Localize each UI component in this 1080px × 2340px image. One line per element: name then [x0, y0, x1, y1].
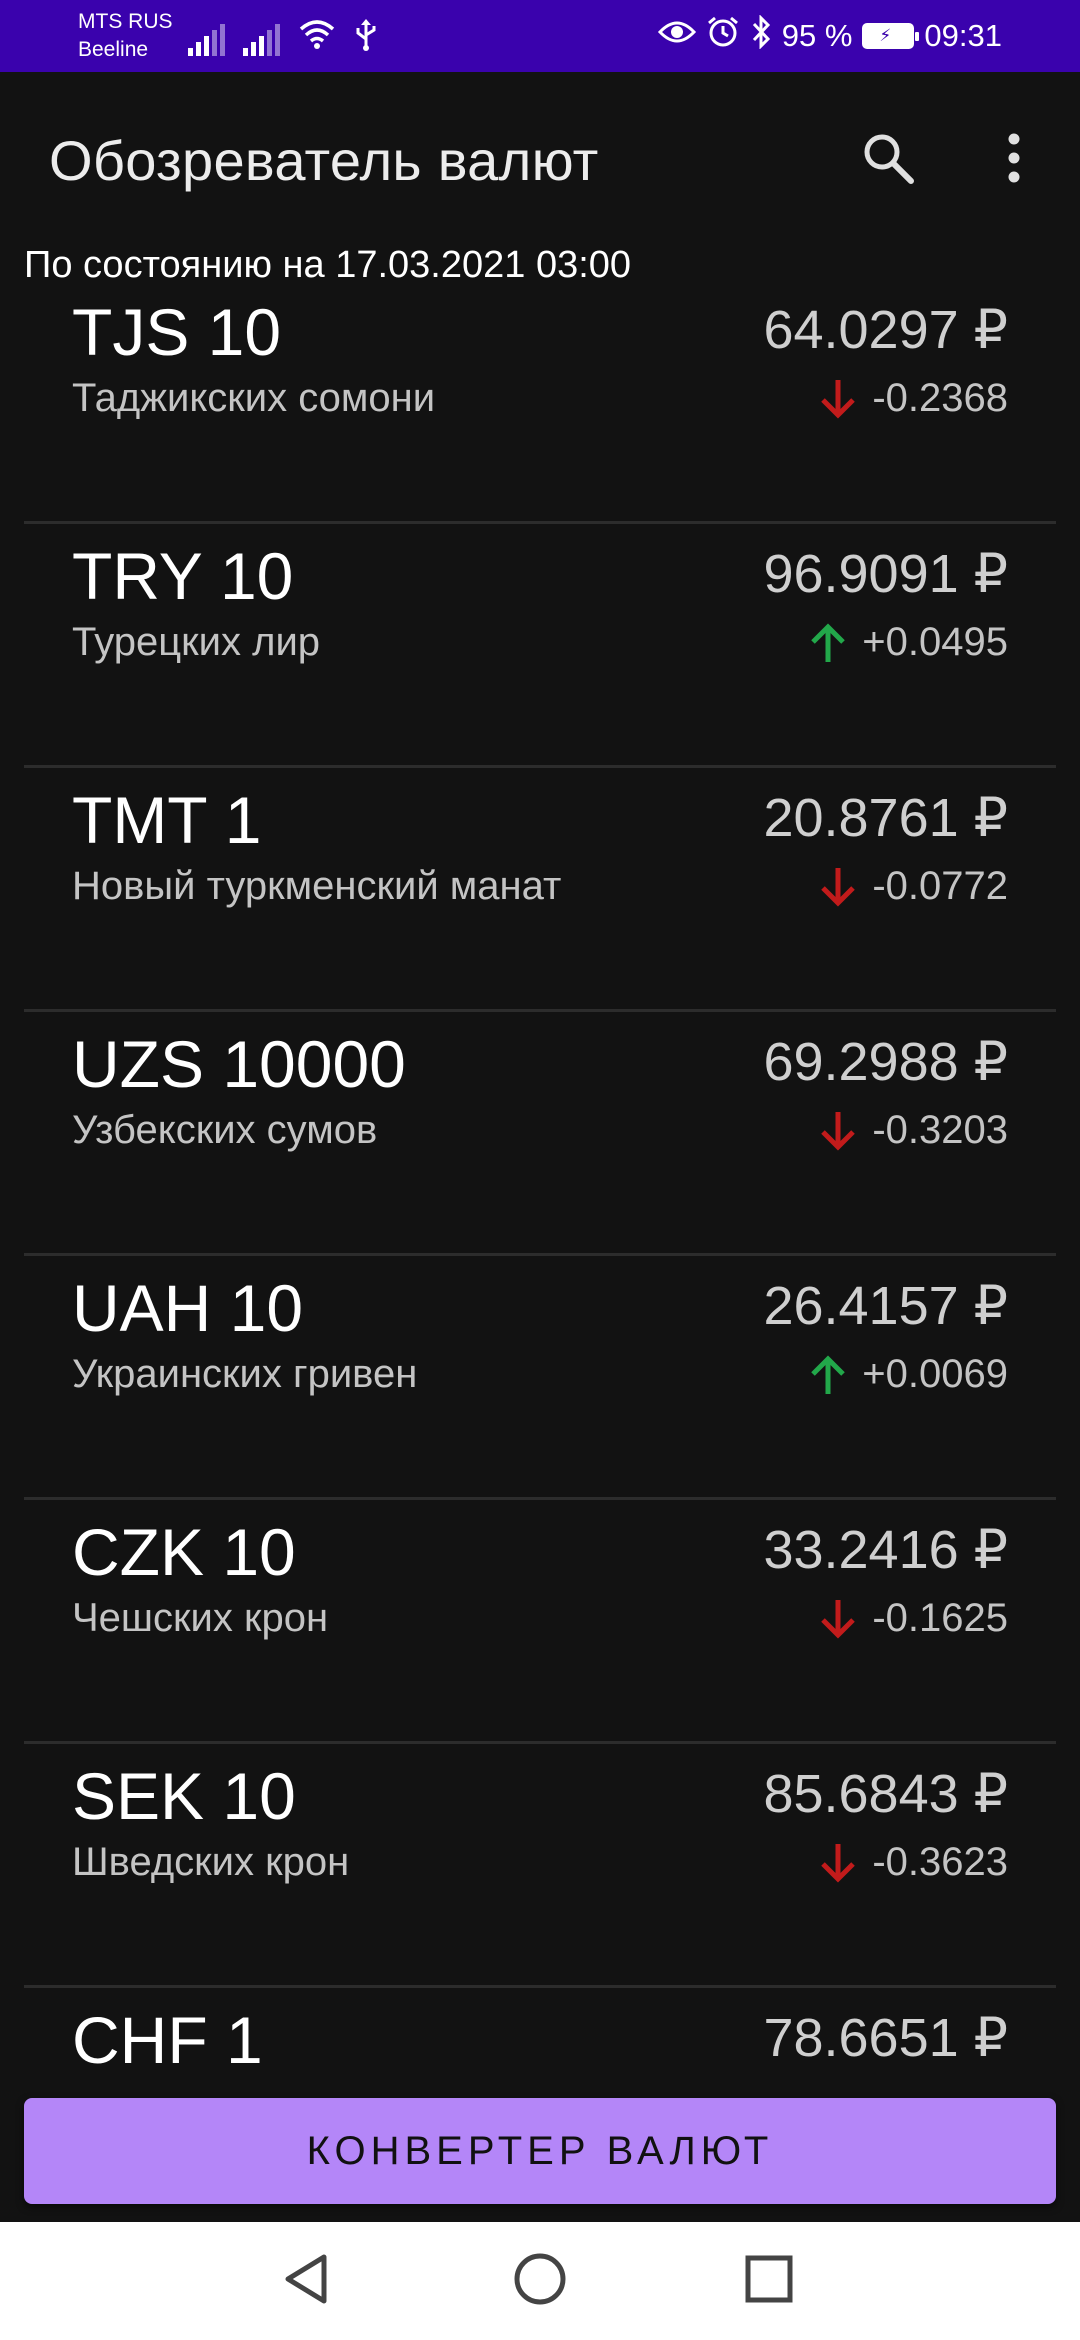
signal-indicators [188, 16, 378, 56]
bluetooth-icon [750, 14, 772, 57]
back-triangle-icon [282, 2252, 332, 2311]
arrow-down-icon [818, 1110, 858, 1152]
currency-row[interactable]: TRY 10 Турецких лир 96.9091 ₽ +0.0495 [24, 524, 1056, 768]
home-circle-icon [513, 2252, 567, 2311]
currency-rate: 26.4157 ₽ [763, 1276, 1008, 1336]
battery-icon: ⚡ [862, 23, 920, 49]
currency-name: Чешских крон [72, 1596, 329, 1640]
currency-name: Таджикских сомони [72, 376, 436, 420]
currency-code: TJS 10 [72, 300, 282, 369]
currency-name: Украинских гривен [72, 1352, 418, 1396]
currency-name: Турецких лир [72, 620, 321, 664]
signal-1-icon [188, 22, 225, 56]
currency-rate: 33.2416 ₽ [763, 1520, 1008, 1580]
page-title: Обозреватель валют [49, 129, 599, 192]
currency-rate: 69.2988 ₽ [763, 1032, 1008, 1092]
clock: 09:31 [924, 18, 1002, 53]
arrow-down-icon [818, 1842, 858, 1884]
currency-name: Шведских крон [72, 1840, 350, 1884]
currency-name: Новый туркменский манат [72, 864, 562, 908]
currency-change-value: -0.3623 [872, 1840, 1008, 1884]
currency-code: UZS 10000 [72, 1027, 406, 1101]
battery-percent: 95 % [781, 18, 853, 53]
nav-back-button[interactable] [272, 2246, 342, 2316]
currency-code: TRY 10 [72, 539, 294, 613]
status-bar: MTS RUS Beeline 95 % ⚡ 09:31 [0, 0, 1080, 72]
overflow-menu-button[interactable] [966, 112, 1062, 208]
currency-code: UAH 10 [72, 1271, 304, 1345]
currency-change-value: -0.0772 [872, 864, 1008, 908]
currency-code: CZK 10 [72, 1515, 296, 1589]
currency-row[interactable]: TMT 1 Новый туркменский манат 20.8761 ₽ … [24, 768, 1056, 1012]
carrier-2: Beeline [78, 38, 149, 61]
app-bar: Обозреватель валют [0, 72, 1080, 240]
wifi-icon [298, 17, 336, 56]
currency-code: SEK 10 [72, 1759, 296, 1833]
search-button[interactable] [840, 112, 936, 208]
currency-converter-button[interactable]: КОНВЕРТЕР ВАЛЮТ [24, 2098, 1056, 2204]
currency-list-content: TJS 10 Таджикских сомони 64.0297 ₽ -0.23… [24, 300, 1056, 2120]
recents-square-icon [744, 2254, 794, 2309]
currency-change-value: -0.3203 [872, 1108, 1008, 1152]
currency-change-value: -0.2368 [872, 376, 1008, 420]
currency-change-value: +0.0069 [862, 1352, 1008, 1396]
currency-change: -0.0772 [818, 864, 1008, 909]
arrow-down-icon [818, 1598, 858, 1640]
nav-recents-button[interactable] [734, 2246, 804, 2316]
currency-list[interactable]: TJS 10 Таджикских сомони 64.0297 ₽ -0.23… [24, 300, 1056, 2120]
nav-home-button[interactable] [505, 2246, 575, 2316]
currency-change: -0.3203 [818, 1108, 1008, 1153]
arrow-down-icon [818, 866, 858, 908]
arrow-down-icon [818, 378, 858, 420]
signal-2-icon [243, 22, 280, 56]
carrier-names: MTS RUS Beeline [78, 8, 173, 64]
currency-rate: 20.8761 ₽ [763, 788, 1008, 848]
rates-date-label: По состоянию на 17.03.2021 03:00 [24, 244, 632, 286]
currency-rate: 85.6843 ₽ [763, 1764, 1008, 1824]
currency-code: TMT 1 [72, 783, 262, 857]
currency-row[interactable]: SEK 10 Шведских крон 85.6843 ₽ -0.3623 [24, 1744, 1056, 1988]
currency-rate: 78.6651 ₽ [763, 2008, 1008, 2068]
currency-change: -0.3623 [818, 1840, 1008, 1885]
currency-rate: 96.9091 ₽ [763, 544, 1008, 604]
carrier-1: MTS RUS [78, 10, 173, 33]
currency-row[interactable]: UAH 10 Украинских гривен 26.4157 ₽ +0.00… [24, 1256, 1056, 1500]
currency-row[interactable]: CZK 10 Чешских крон 33.2416 ₽ -0.1625 [24, 1500, 1056, 1744]
arrow-up-icon [808, 622, 848, 664]
currency-code: CHF 1 [72, 2003, 263, 2077]
currency-change: -0.1625 [818, 1596, 1008, 1641]
currency-change: +0.0495 [808, 620, 1008, 665]
currency-change-value: +0.0495 [862, 620, 1008, 664]
system-nav-bar [0, 2222, 1080, 2340]
currency-row[interactable]: TJS 10 Таджикских сомони 64.0297 ₽ -0.23… [24, 300, 1056, 524]
currency-change: -0.2368 [818, 376, 1008, 421]
currency-row[interactable]: UZS 10000 Узбекских сумов 69.2988 ₽ -0.3… [24, 1012, 1056, 1256]
currency-name: Узбекских сумов [72, 1108, 378, 1152]
currency-change-value: -0.1625 [872, 1596, 1008, 1640]
alarm-icon [706, 15, 740, 57]
search-icon [861, 131, 915, 190]
arrow-up-icon [808, 1354, 848, 1396]
currency-rate: 64.0297 ₽ [763, 300, 1008, 360]
currency-change: +0.0069 [808, 1352, 1008, 1397]
status-right: 95 % ⚡ 09:31 [657, 12, 1002, 60]
more-vert-icon [1006, 131, 1022, 190]
usb-icon [354, 17, 378, 56]
eye-icon [657, 18, 696, 54]
